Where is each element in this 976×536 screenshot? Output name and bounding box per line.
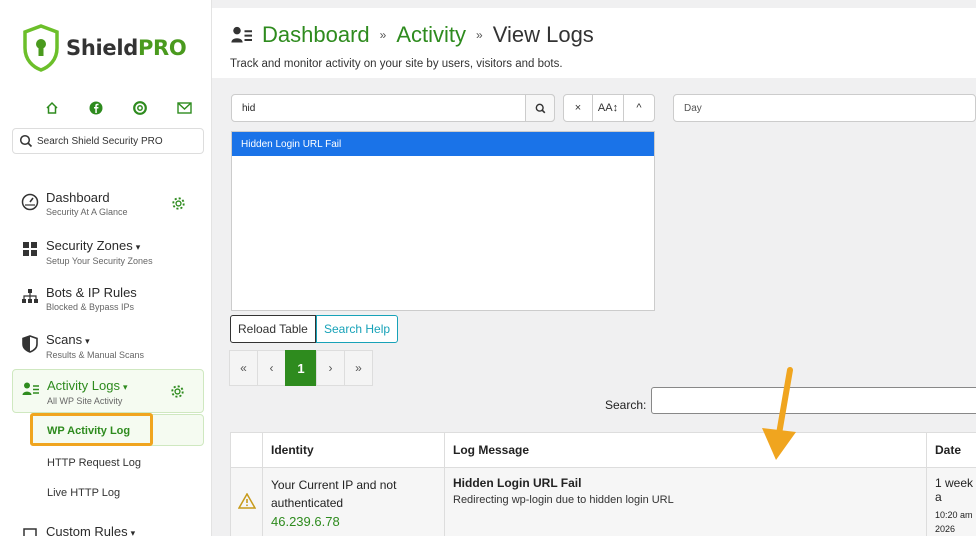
network-icon <box>20 288 40 308</box>
search-icon <box>535 103 545 113</box>
column-header-log-message[interactable]: Log Message <box>444 432 927 468</box>
page-next-button[interactable]: › <box>316 350 345 386</box>
logo-name: Shield <box>66 36 138 60</box>
table-search-input[interactable] <box>651 387 976 414</box>
gauge-icon <box>20 193 40 213</box>
table-search-label: Search: <box>605 398 647 412</box>
nav-subtitle: Setup Your Security Zones <box>46 256 153 266</box>
mail-icon[interactable] <box>162 98 206 118</box>
sidebar-item-security-zones[interactable]: Security Zones ▾ Setup Your Security Zones <box>12 230 204 274</box>
date-cell: 1 week a 10:20 am 2026 <box>926 467 976 536</box>
nav-title: Security Zones <box>46 238 133 253</box>
page-prev-button[interactable]: ‹ <box>257 350 286 386</box>
shield-logo-icon <box>23 24 59 72</box>
suggestion-list: Hidden Login URL Fail <box>231 131 655 311</box>
facebook-icon[interactable] <box>74 98 118 118</box>
date-filter-input[interactable]: Day <box>673 94 976 122</box>
page-title: View Logs <box>492 22 594 47</box>
column-header-status <box>230 432 263 468</box>
quick-links <box>30 98 206 118</box>
status-cell <box>230 467 263 536</box>
nav-subtitle: All WP Site Activity <box>47 396 123 406</box>
nav-subtitle: Security At A Glance <box>46 207 128 217</box>
message-cell: Hidden Login URL Fail Redirecting wp-log… <box>444 467 927 536</box>
subitem-live-http-log[interactable]: Live HTTP Log <box>47 487 120 499</box>
chevron-down-icon: ▾ <box>85 336 90 346</box>
app-root: ShieldPRO Search Shield Security PRO Das… <box>0 0 976 536</box>
nav-title: Dashboard <box>46 190 110 205</box>
sidebar-search[interactable]: Search Shield Security PRO <box>12 128 204 154</box>
nav-subtitle: Results & Manual Scans <box>46 350 145 360</box>
message-detail: Redirecting wp-login due to hidden login… <box>453 494 674 506</box>
date-time: 10:20 am <box>935 510 973 520</box>
home-icon[interactable] <box>30 98 74 118</box>
sidebar-item-scans[interactable]: Scans ▾ Results & Manual Scans <box>12 324 204 368</box>
page-first-button[interactable]: « <box>229 350 258 386</box>
subitem-http-request-log[interactable]: HTTP Request Log <box>47 457 141 469</box>
page-header: Dashboard » Activity » View Logs Track a… <box>212 8 976 78</box>
chevron-down-icon: ▾ <box>135 242 141 252</box>
message-title: Hidden Login URL Fail <box>453 476 582 490</box>
pagination: « ‹ 1 › » <box>229 350 373 386</box>
breadcrumb-dashboard[interactable]: Dashboard <box>262 22 370 48</box>
clear-button[interactable]: × <box>563 94 593 122</box>
rules-icon <box>20 527 40 536</box>
activity-log-table: Identity Log Message Date Your Current I… <box>230 432 976 536</box>
breadcrumb-separator: » <box>379 28 387 42</box>
nav-subtitle: Blocked & Bypass IPs <box>46 302 135 312</box>
sidebar-item-custom-rules[interactable]: Custom Rules ▾ <box>12 516 204 536</box>
collapse-button[interactable]: ^ <box>623 94 655 122</box>
page-last-button[interactable]: » <box>344 350 373 386</box>
lifebuoy-icon[interactable] <box>118 98 162 118</box>
suggestion-item[interactable]: Hidden Login URL Fail <box>232 132 654 156</box>
sidebar-item-bots-ip-rules[interactable]: Bots & IP Rules Blocked & Bypass IPs <box>12 277 204 321</box>
page-subtitle: Track and monitor activity on your site … <box>230 58 563 70</box>
identity-text: Your Current IP and not authenticated <box>271 478 397 510</box>
chevron-down-icon: ▾ <box>122 382 128 392</box>
table-row[interactable]: Your Current IP and not authenticated 46… <box>230 467 976 536</box>
user-list-icon <box>21 381 41 401</box>
column-header-date[interactable]: Date <box>926 432 976 468</box>
sidebar-item-dashboard[interactable]: Dashboard Security At A Glance <box>12 182 204 226</box>
nav-title: Activity Logs <box>47 378 120 393</box>
gear-icon[interactable] <box>170 384 185 404</box>
sidebar: ShieldPRO Search Shield Security PRO Das… <box>0 0 212 536</box>
logo[interactable]: ShieldPRO <box>22 24 187 72</box>
sidebar-item-activity-logs[interactable]: Activity Logs ▾ All WP Site Activity <box>12 369 204 413</box>
date-relative: 1 week a <box>935 476 974 504</box>
search-builder-input[interactable]: hid <box>231 94 555 122</box>
warning-icon <box>237 492 256 509</box>
sidebar-search-placeholder: Search Shield Security PRO <box>37 135 163 147</box>
shield-icon <box>20 335 40 355</box>
main-content: Dashboard » Activity » View Logs Track a… <box>212 0 976 536</box>
nav-title: Bots & IP Rules <box>46 285 137 300</box>
breadcrumb-activity[interactable]: Activity <box>396 22 466 48</box>
chevron-down-icon: ▾ <box>130 528 136 536</box>
breadcrumb: Dashboard » Activity » View Logs <box>230 22 594 48</box>
nav-title: Scans <box>46 332 83 347</box>
search-button[interactable] <box>525 94 555 122</box>
reload-table-button[interactable]: Reload Table <box>230 315 316 343</box>
date-year: 2026 <box>935 524 956 534</box>
user-list-icon <box>231 26 252 43</box>
logo-accent: PRO <box>137 36 187 60</box>
breadcrumb-separator: » <box>476 28 483 42</box>
search-help-button[interactable]: Search Help <box>316 315 399 343</box>
subitem-wp-activity-log[interactable]: WP Activity Log <box>30 414 204 446</box>
case-toggle-button[interactable]: AA↕ <box>592 94 624 122</box>
page-current-button[interactable]: 1 <box>285 350 317 386</box>
nav-title: Custom Rules <box>46 524 128 536</box>
grid-icon <box>20 241 40 261</box>
gear-icon[interactable] <box>171 196 186 216</box>
identity-cell: Your Current IP and not authenticated 46… <box>262 467 445 536</box>
column-header-identity[interactable]: Identity <box>262 432 445 468</box>
arrow-annotation-icon <box>762 367 796 460</box>
search-icon <box>19 134 33 148</box>
ip-link[interactable]: 46.239.6.78 <box>271 514 436 529</box>
